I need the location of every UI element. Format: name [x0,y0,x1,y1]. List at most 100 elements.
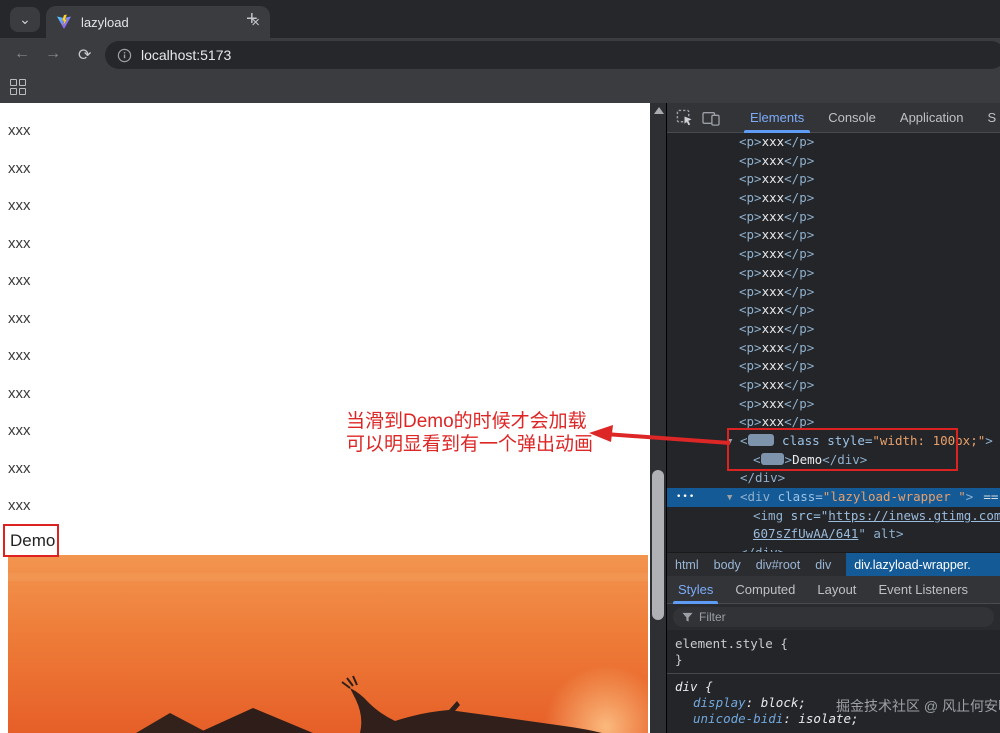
p-open-tag: <p> [739,302,762,317]
page-paragraph: xxx [8,499,31,514]
page-paragraph: xxx [8,462,31,477]
bookmarks-bar [0,71,1000,103]
devtools-tab-application[interactable]: Application [888,103,976,133]
tree-p-row[interactable]: <p>xxx</p> [667,133,1000,152]
vite-logo-icon [56,14,72,30]
breadcrumb-item[interactable]: div.lazyload-wrapper. [846,553,1000,576]
browser-window: ⌄ lazyload × + ← → ⟳ localhost:5173 [0,0,1000,733]
p-open-tag: <p> [739,396,762,411]
styles-filter-input[interactable]: Filter [673,607,994,627]
breadcrumb-item[interactable]: div#root [756,553,800,576]
filter-placeholder: Filter [699,610,726,624]
tree-p-row[interactable]: <p>xxx</p> [667,339,1000,358]
p-text: xxx [762,265,785,280]
tab-search-button[interactable]: ⌄ [10,7,40,32]
p-open-tag: <p> [739,340,762,355]
devtools-tab-console[interactable]: Console [816,103,888,133]
inspect-element-icon[interactable] [676,108,693,128]
scrollbar-up-arrow-icon[interactable] [654,107,664,114]
p-text: xxx [762,134,785,149]
devtools-tab-elements[interactable]: Elements [738,103,816,133]
breadcrumb: html body div#root div div.lazyload-wrapper. [667,552,1000,576]
img-src-link[interactable]: 607sZfUwAA/641 [753,526,858,541]
tree-p-row[interactable]: <p>xxx</p> [667,283,1000,302]
breadcrumb-item[interactable]: div [815,553,831,576]
tree-p-row[interactable]: <p>xxx</p> [667,170,1000,189]
tree-p-row[interactable]: <p>xxx</p> [667,208,1000,227]
p-close-tag: </p> [784,209,814,224]
devtools-tab-s[interactable]: S [976,103,1000,133]
page-scrollbar[interactable] [650,103,666,733]
tree-p-row[interactable]: <p>xxx</p> [667,395,1000,414]
dollar-zero-badge: == $0 [983,489,1000,504]
breadcrumb-item[interactable]: body [714,553,741,576]
p-text: xxx [762,171,785,186]
p-text: xxx [762,396,785,411]
tree-p-row[interactable]: <p>xxx</p> [667,301,1000,320]
tree-p-row[interactable]: <p>xxx</p> [667,320,1000,339]
address-bar[interactable]: localhost:5173 [105,41,1000,69]
p-open-tag: <p> [739,358,762,373]
styles-tab-computed[interactable]: Computed [724,576,806,604]
tab-title: lazyload [81,15,251,30]
styles-tab-styles[interactable]: Styles [667,576,724,604]
page-paragraph: xxx [8,387,31,402]
styles-tab-layout[interactable]: Layout [806,576,867,604]
back-icon[interactable]: ← [14,45,30,63]
tree-p-row[interactable]: <p>xxx</p> [667,376,1000,395]
tree-p-row[interactable]: <p>xxx</p> [667,357,1000,376]
apps-grid-icon[interactable] [10,79,26,95]
css-property-name: unicode-bidi [693,711,783,726]
tree-row-img-line1[interactable]: <img src="https://inews.gtimg.com/om_bt [667,507,1000,526]
p-text: xxx [762,340,785,355]
tree-row-img-line2[interactable]: 607sZfUwAA/641" alt> [667,525,1000,544]
styles-tab-event-listeners[interactable]: Event Listeners [867,576,979,604]
p-text: xxx [762,153,785,168]
tree-p-row[interactable]: <p>xxx</p> [667,152,1000,171]
p-close-tag: </p> [784,302,814,317]
scrollbar-thumb[interactable] [652,470,664,620]
tree-p-row[interactable]: <p>xxx</p> [667,226,1000,245]
device-toolbar-icon[interactable] [702,108,720,128]
url-text[interactable]: localhost:5173 [141,47,231,63]
p-close-tag: </p> [784,171,814,186]
tree-p-row[interactable]: <p>xxx</p> [667,264,1000,283]
tree-p-row[interactable]: <p>xxx</p> [667,245,1000,264]
element-style-rule[interactable]: element.style { [675,636,992,652]
page-paragraph: xxx [8,162,31,177]
forward-icon[interactable]: → [45,45,61,63]
lazyloaded-sunset-image [8,555,648,733]
info-icon[interactable] [117,48,132,63]
page-paragraph: xxx [8,312,31,327]
p-close-tag: </p> [784,377,814,392]
p-open-tag: <p> [739,171,762,186]
rule-divider [667,673,1000,674]
browser-tab[interactable]: lazyload × [46,6,270,38]
new-tab-button[interactable]: + [246,8,258,31]
css-property-value: : block; [746,695,806,710]
annotation-red-box [727,428,958,471]
div-rule-selector[interactable]: div { [675,679,992,695]
tree-row-partial-close[interactable]: </div> [667,544,1000,552]
devtools-toolbar: ElementsConsoleApplicationS [667,103,1000,133]
page-paragraph: xxx [8,237,31,252]
css-property-name: display [693,695,746,710]
page-paragraph: xxx [8,274,31,289]
p-close-tag: </p> [784,340,814,355]
tree-row-selected-lazyload-wrapper[interactable]: •••▼<div class="lazyload-wrapper ">== $0 [667,488,1000,507]
tree-p-row[interactable]: <p>xxx</p> [667,189,1000,208]
styles-tab-bar: StylesComputedLayoutEvent Listeners [667,576,1000,604]
page-paragraphs: xxxxxxxxxxxxxxxxxxxxxxxxxxxxxxxxx [8,124,31,537]
page-paragraph: xxx [8,124,31,139]
more-actions-icon[interactable]: ••• [676,488,695,507]
p-text: xxx [762,209,785,224]
p-close-tag: </p> [784,190,814,205]
annotation-line-1: 当滑到Demo的时候才会加载 [346,411,593,434]
img-src-link[interactable]: https://inews.gtimg.com/om_bt [828,508,1000,523]
page-paragraph: xxx [8,199,31,214]
reload-icon[interactable]: ⟳ [78,45,91,65]
breadcrumb-item[interactable]: html [675,553,699,576]
expand-arrow-icon[interactable]: ▼ [727,489,740,508]
p-open-tag: <p> [739,284,762,299]
tree-row-close-div[interactable]: </div> [667,469,1000,488]
